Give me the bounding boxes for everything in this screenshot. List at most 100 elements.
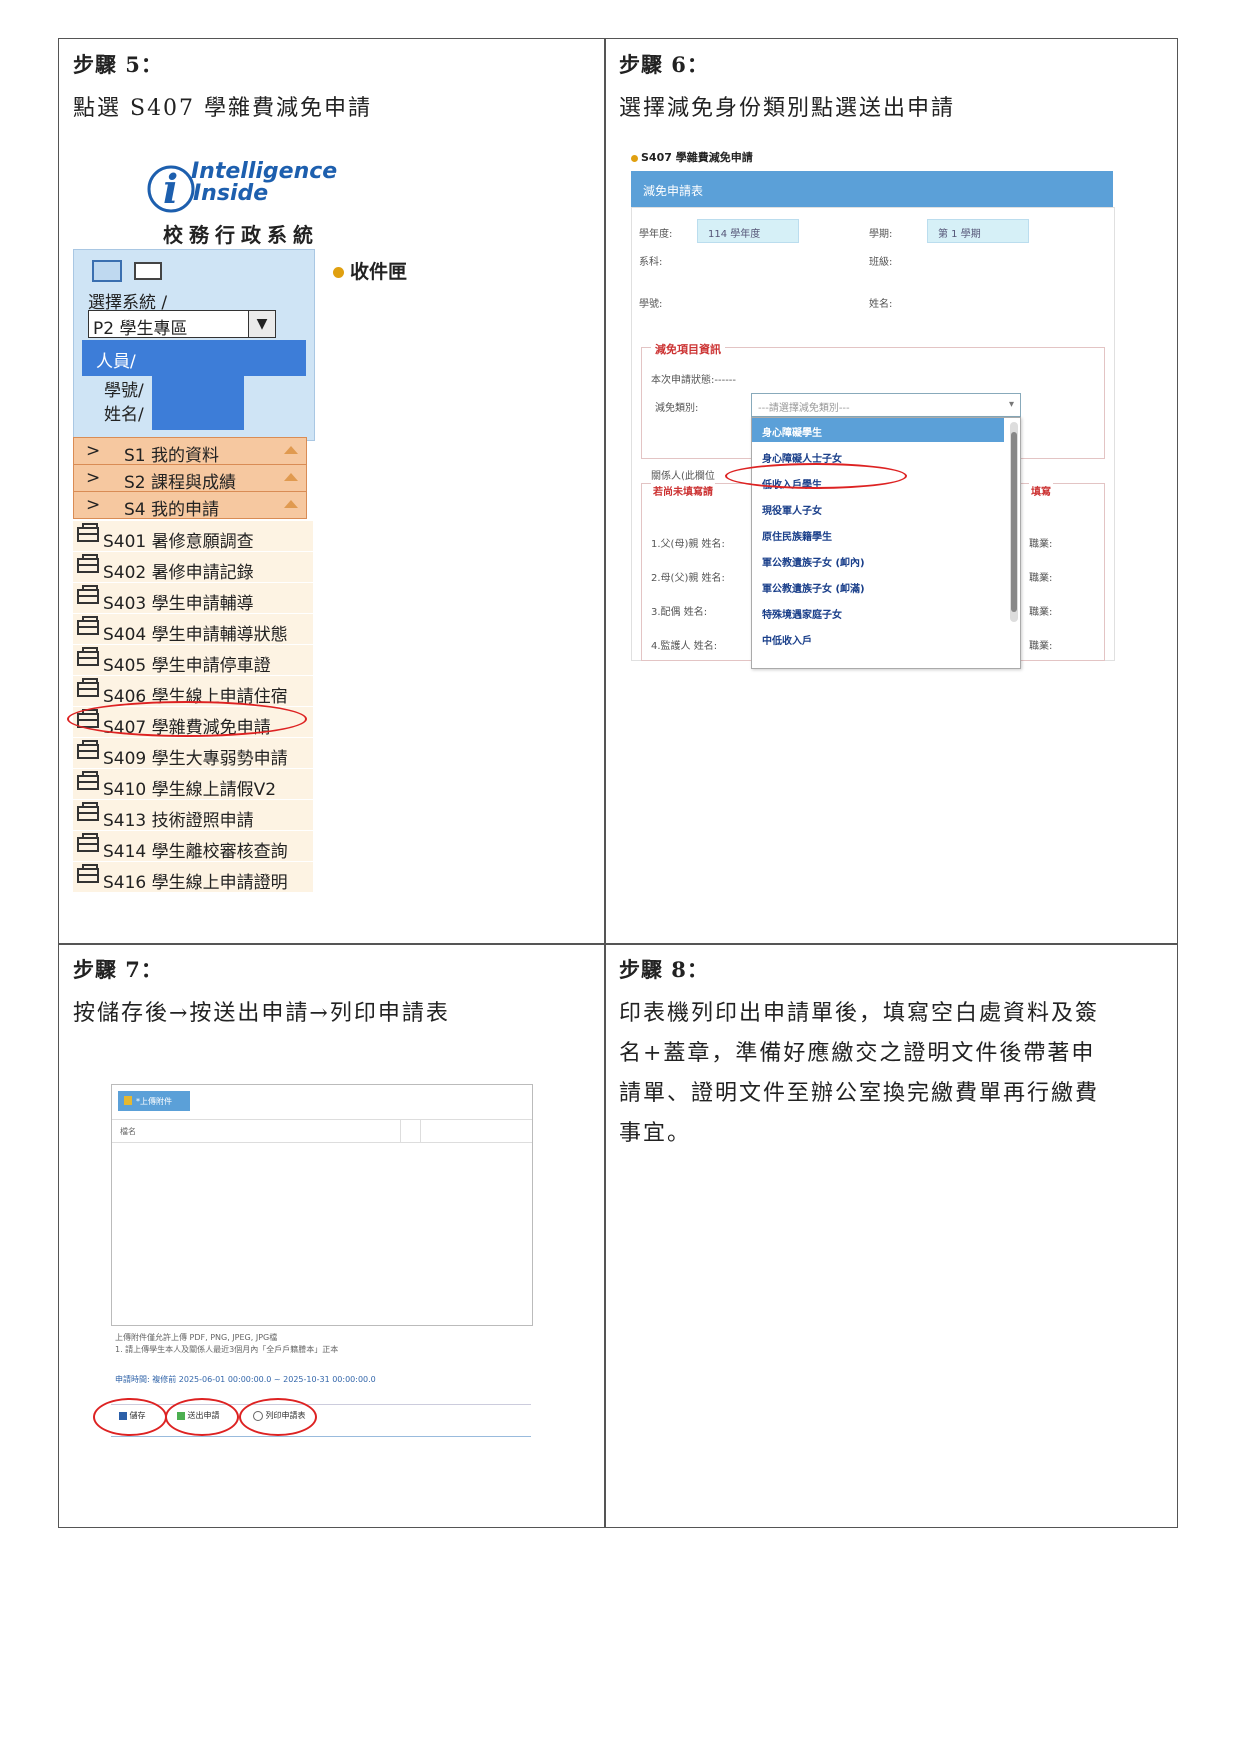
job-label: 職業: <box>1029 539 1053 550</box>
menu-item-label: S402 暑修申請記錄 <box>103 563 254 583</box>
upload-note-1: 上傳附件僅允許上傳 PDF, PNG, JPEG, JPG檔 <box>115 1333 278 1342</box>
menu-item-label: S401 暑修意願調查 <box>103 532 254 552</box>
chevron-down-icon[interactable]: ▼ <box>248 310 276 338</box>
menu-item-s410[interactable]: S410 學生線上請假V2 <box>73 769 313 800</box>
highlight-circle <box>93 1398 167 1436</box>
menu-s4[interactable]: > S4 我的申請 <box>73 491 307 520</box>
menu-arrow: > <box>86 468 101 488</box>
upload-button-label: *上傳附件 <box>136 1097 172 1106</box>
dropdown-option[interactable]: 軍公教遺族子女 (卹滿) <box>762 580 865 595</box>
inbox-link[interactable]: 收件匣 <box>333 257 407 284</box>
folder-icon <box>77 864 99 883</box>
menu-item-s414[interactable]: S414 學生離校審核查詢 <box>73 831 313 862</box>
menu-item-label: S416 學生線上申請證明 <box>103 873 288 893</box>
folder-icon <box>77 523 99 542</box>
name-label: 姓名/ <box>104 405 144 425</box>
folder-icon <box>77 647 99 666</box>
bullet-icon <box>333 267 344 278</box>
intelligence-inside-logo: i Intelligence Inside <box>143 159 403 219</box>
monitor-icon[interactable] <box>92 260 122 282</box>
term-label: 學期: <box>869 229 893 240</box>
upload-attachment-button[interactable]: *上傳附件 <box>118 1091 190 1111</box>
menu-item-label: S414 學生離校審核查詢 <box>103 842 288 862</box>
menu-item-s405[interactable]: S405 學生申請停車證 <box>73 645 313 676</box>
folder-icon <box>77 585 99 604</box>
highlight-circle <box>725 463 907 489</box>
term-value: 第 1 學期 <box>938 229 981 240</box>
year-field[interactable]: 114 學年度 <box>697 219 799 243</box>
name-label: 姓名: <box>869 299 893 310</box>
row-divider <box>59 943 1177 945</box>
redacted-block <box>152 340 244 430</box>
menu-s1[interactable]: > S1 我的資料 <box>73 437 307 466</box>
menu-s2[interactable]: > S2 課程與成績 <box>73 464 307 493</box>
dept-label: 系科: <box>639 257 663 268</box>
logo-line-1: Intelligence <box>191 159 338 184</box>
step-6-title: 步驟 6： <box>619 52 709 77</box>
chevron-down-icon[interactable]: ▾ <box>1009 399 1014 410</box>
warning-text: 若尚未填寫請 <box>651 483 715 498</box>
type-select-placeholder: ---請選擇減免類別--- <box>758 403 850 414</box>
step-7-title: 步驟 7： <box>73 957 163 982</box>
job-label: 職業: <box>1029 607 1053 618</box>
dropdown-option[interactable]: 現役軍人子女 <box>762 502 822 517</box>
folder-icon <box>77 616 99 635</box>
menu-item-s416[interactable]: S416 學生線上申請證明 <box>73 862 313 893</box>
dropdown-option[interactable]: 軍公教遺族子女 (卹內) <box>762 554 865 569</box>
upload-icon <box>124 1096 132 1105</box>
menu-item-label: S413 技術證照申請 <box>103 811 254 831</box>
type-label: 減免類別: <box>655 403 699 414</box>
folder-icon <box>77 833 99 852</box>
reduction-form-screenshot: S407 學雜費減免申請 減免申請表 學年度: 114 學年度 學期: 第 1 … <box>631 149 1115 669</box>
dropdown-option[interactable]: 中低收入戶 <box>762 632 812 647</box>
menu-item-s403[interactable]: S403 學生申請輔導 <box>73 583 313 614</box>
upload-form-screenshot: *上傳附件 檔名 上傳附件僅允許上傳 PDF, PNG, JPEG, JPG檔 … <box>93 1084 533 1437</box>
menu-item-s401[interactable]: S401 暑修意願調查 <box>73 521 313 552</box>
step-5-title: 步驟 5： <box>73 52 163 77</box>
system-select[interactable]: P2 學生專區 ▼ <box>88 310 276 339</box>
system-select-value: P2 學生專區 <box>93 319 188 339</box>
relation-label: 關係人(此欄位 <box>651 471 715 482</box>
folder-icon <box>77 554 99 573</box>
menu-item-s404[interactable]: S404 學生申請輔導狀態 <box>73 614 313 645</box>
type-select[interactable]: ---請選擇減免類別--- ▾ <box>751 393 1021 417</box>
relation-row-guardian: 4.監護人 姓名: <box>651 641 718 652</box>
menu-arrow: > <box>86 441 101 461</box>
login-panel: 選擇系統 / P2 學生專區 ▼ 人員/ 學號/ 姓名/ <box>73 249 315 441</box>
dropdown-scrollbar[interactable] <box>1010 422 1018 622</box>
bullet-icon <box>631 154 638 162</box>
student-id-label: 學號/ <box>104 381 144 401</box>
student-id-label: 學號: <box>639 299 663 310</box>
form-page-title: S407 學雜費減免申請 <box>631 149 753 165</box>
type-dropdown-list: 身心障礙學生 身心障礙人士子女 低收入戶學生 現役軍人子女 原住民族籍學生 軍公… <box>751 417 1021 669</box>
form-header-title: 減免申請表 <box>643 184 704 198</box>
table-header: 檔名 <box>112 1119 532 1143</box>
year-value: 114 學年度 <box>708 229 761 240</box>
job-label: 職業: <box>1029 573 1053 584</box>
relation-row-mother: 2.母(父)親 姓名: <box>651 573 725 584</box>
collapse-icon <box>284 500 298 508</box>
menu-item-s402[interactable]: S402 暑修申請記錄 <box>73 552 313 583</box>
step-7-desc: 按儲存後→按送出申請→列印申請表 <box>73 1001 450 1026</box>
status-label: 本次申請狀態:------ <box>651 375 737 386</box>
form-page-title-text: S407 學雜費減免申請 <box>641 151 753 164</box>
step-8-title: 步驟 8： <box>619 957 709 982</box>
menu-item-label: S410 學生線上請假V2 <box>103 780 277 800</box>
menu-item-s413[interactable]: S413 技術證照申請 <box>73 800 313 831</box>
person-label: 人員/ <box>96 352 136 372</box>
form-header: 減免申請表 <box>631 171 1113 207</box>
system-name: 校務行政系統 <box>163 223 319 247</box>
term-field[interactable]: 第 1 學期 <box>927 219 1029 243</box>
dropdown-option[interactable]: 特殊境遇家庭子女 <box>762 606 842 621</box>
highlight-circle <box>67 701 307 737</box>
class-label: 班級: <box>869 257 893 268</box>
section-title: 減免項目資訊 <box>651 341 725 357</box>
highlight-circle <box>239 1398 317 1436</box>
menu-item-s409[interactable]: S409 學生大專弱勢申請 <box>73 738 313 769</box>
file-name-header: 檔名 <box>120 1127 136 1136</box>
logo-line-2: Inside <box>193 181 269 206</box>
application-period: 申請時間: 複修前 2025-06-01 00:00:00.0 ~ 2025-1… <box>115 1375 376 1384</box>
window-icon[interactable] <box>134 262 162 280</box>
dropdown-option[interactable]: 身心障礙學生 <box>762 424 822 439</box>
dropdown-option[interactable]: 原住民族籍學生 <box>762 528 832 543</box>
